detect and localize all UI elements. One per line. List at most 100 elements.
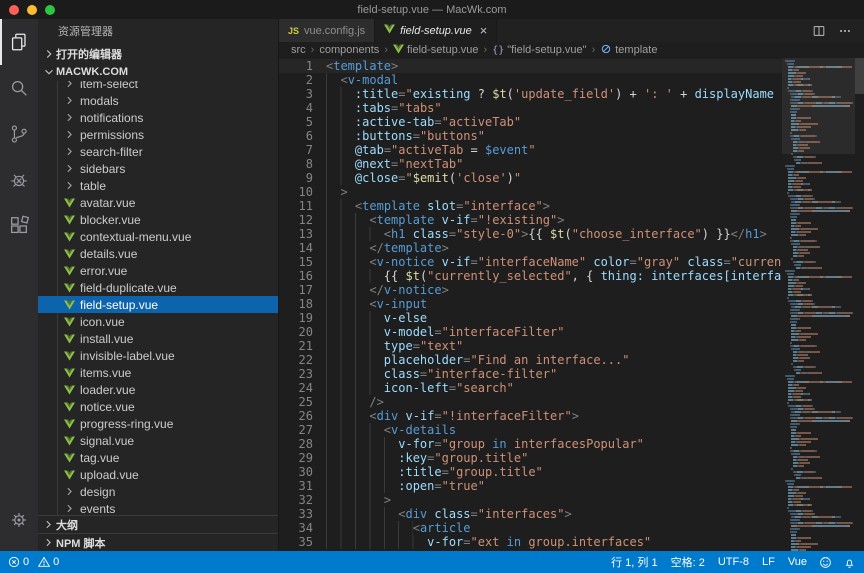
- scrollbar-thumb[interactable]: [855, 58, 864, 94]
- source-control-icon[interactable]: [0, 111, 38, 157]
- code-line[interactable]: 22 placeholder="Find an interface...": [279, 353, 782, 367]
- tree-file-blocker.vue[interactable]: blocker.vue: [38, 211, 278, 228]
- tree-folder-notifications[interactable]: notifications: [38, 109, 278, 126]
- code-line[interactable]: 13 <h1 class="style-0">{{ $t("choose_int…: [279, 227, 782, 241]
- code-line[interactable]: 32 >: [279, 493, 782, 507]
- code-line[interactable]: 18 <v-input: [279, 297, 782, 311]
- tree-folder-modals[interactable]: modals: [38, 92, 278, 109]
- tree-file-icon.vue[interactable]: icon.vue: [38, 313, 278, 330]
- feedback-smiley-icon[interactable]: [819, 556, 832, 569]
- tree-file-signal.vue[interactable]: signal.vue: [38, 432, 278, 449]
- more-actions-icon[interactable]: [838, 24, 852, 38]
- code-line[interactable]: 16 {{ $t("currently_selected", { thing: …: [279, 269, 782, 283]
- tree-file-progress-ring.vue[interactable]: progress-ring.vue: [38, 415, 278, 432]
- code-line[interactable]: 27 <v-details: [279, 423, 782, 437]
- code-line[interactable]: 35 v-for="ext in group.interfaces": [279, 535, 782, 549]
- code-line[interactable]: 3 :title="existing ? $t('update_field') …: [279, 87, 782, 101]
- tree-file-loader.vue[interactable]: loader.vue: [38, 381, 278, 398]
- debug-icon[interactable]: [0, 157, 38, 203]
- code-line[interactable]: 14 </template>: [279, 241, 782, 255]
- indentation[interactable]: 空格: 2: [671, 554, 705, 570]
- tree-file-install.vue[interactable]: install.vue: [38, 330, 278, 347]
- zoom-window-button[interactable]: [45, 5, 55, 15]
- tree-file-notice.vue[interactable]: notice.vue: [38, 398, 278, 415]
- code-line[interactable]: 31 :open="true": [279, 479, 782, 493]
- tree-file-upload.vue[interactable]: upload.vue: [38, 466, 278, 483]
- cursor-position[interactable]: 行 1, 列 1: [611, 554, 657, 570]
- tree-file-field-duplicate.vue[interactable]: field-duplicate.vue: [38, 279, 278, 296]
- code-line[interactable]: 12 <template v-if="!existing">: [279, 213, 782, 227]
- tab-bar: JSvue.config.jsfield-setup.vue×: [279, 19, 864, 42]
- minimize-window-button[interactable]: [27, 5, 37, 15]
- code-line[interactable]: 33 <div class="interfaces">: [279, 507, 782, 521]
- tree-file-invisible-label.vue[interactable]: invisible-label.vue: [38, 347, 278, 364]
- tree-folder-item-select[interactable]: item-select: [38, 81, 278, 92]
- problems-indicator[interactable]: 00: [8, 556, 64, 568]
- code-line[interactable]: 21 type="text": [279, 339, 782, 353]
- breadcrumb-item-2[interactable]: components: [319, 44, 379, 56]
- close-window-button[interactable]: [9, 5, 19, 15]
- code-line[interactable]: 29 :key="group.title": [279, 451, 782, 465]
- outline-section[interactable]: 大纲: [38, 515, 278, 533]
- code-line[interactable]: 19 v-else: [279, 311, 782, 325]
- code-line[interactable]: 8 @next="nextTab": [279, 157, 782, 171]
- code-line[interactable]: 24 icon-left="search": [279, 381, 782, 395]
- tree-file-avatar.vue[interactable]: avatar.vue: [38, 194, 278, 211]
- encoding[interactable]: UTF-8: [718, 556, 749, 568]
- tree-file-details.vue[interactable]: details.vue: [38, 245, 278, 262]
- tree-folder-table[interactable]: table: [38, 177, 278, 194]
- code-line[interactable]: 7 @tab="activeTab = $event": [279, 143, 782, 157]
- notifications-bell-icon[interactable]: [843, 556, 856, 569]
- tree-folder-sidebars[interactable]: sidebars: [38, 160, 278, 177]
- tab-vue.config.js[interactable]: JSvue.config.js: [279, 19, 375, 42]
- code-line[interactable]: 10 >: [279, 185, 782, 199]
- editor-scrollbar[interactable]: [855, 58, 864, 551]
- minimap[interactable]: [782, 58, 855, 551]
- code-line[interactable]: 30 :title="group.title": [279, 465, 782, 479]
- breadcrumb: src›components›field-setup.vue›{}"field-…: [279, 42, 864, 58]
- tree-folder-events[interactable]: events: [38, 500, 278, 515]
- npm-scripts-section[interactable]: NPM 脚本: [38, 533, 278, 551]
- tree-file-error.vue[interactable]: error.vue: [38, 262, 278, 279]
- warning-count[interactable]: 0: [38, 556, 59, 568]
- code-line[interactable]: 34 <article: [279, 521, 782, 535]
- search-icon[interactable]: [0, 65, 38, 111]
- code-line[interactable]: 1<template>: [279, 59, 782, 73]
- tree-folder-search-filter[interactable]: search-filter: [38, 143, 278, 160]
- vue-icon: [384, 24, 395, 37]
- breadcrumb-item-3[interactable]: field-setup.vue: [393, 44, 479, 57]
- explorer-icon[interactable]: [0, 19, 38, 65]
- code-line[interactable]: 23 class="interface-filter": [279, 367, 782, 381]
- breadcrumb-item-5[interactable]: template: [600, 43, 657, 58]
- breadcrumb-item-1[interactable]: src: [291, 44, 306, 56]
- code-line[interactable]: 5 :active-tab="activeTab": [279, 115, 782, 129]
- tree-file-contextual-menu.vue[interactable]: contextual-menu.vue: [38, 228, 278, 245]
- open-editors-section[interactable]: 打开的编辑器: [38, 45, 278, 63]
- tree-file-items.vue[interactable]: items.vue: [38, 364, 278, 381]
- eol[interactable]: LF: [762, 556, 775, 568]
- error-count[interactable]: 0: [8, 556, 29, 568]
- settings-gear-icon[interactable]: [0, 497, 38, 543]
- code-line[interactable]: 20 v-model="interfaceFilter": [279, 325, 782, 339]
- code-line[interactable]: 9 @close="$emit('close')": [279, 171, 782, 185]
- code-line[interactable]: 15 <v-notice v-if="interfaceName" color=…: [279, 255, 782, 269]
- tab-field-setup.vue[interactable]: field-setup.vue×: [375, 19, 497, 42]
- code-line[interactable]: 11 <template slot="interface">: [279, 199, 782, 213]
- code-line[interactable]: 4 :tabs="tabs": [279, 101, 782, 115]
- code-line[interactable]: 28 v-for="group in interfacesPopular": [279, 437, 782, 451]
- tree-file-tag.vue[interactable]: tag.vue: [38, 449, 278, 466]
- code-line[interactable]: 6 :buttons="buttons": [279, 129, 782, 143]
- breadcrumb-item-4[interactable]: {}"field-setup.vue": [492, 44, 586, 56]
- project-section[interactable]: MACWK.COM: [38, 63, 278, 81]
- code-line[interactable]: 17 </v-notice>: [279, 283, 782, 297]
- tree-folder-permissions[interactable]: permissions: [38, 126, 278, 143]
- split-editor-icon[interactable]: [812, 24, 826, 38]
- code-line[interactable]: 25 />: [279, 395, 782, 409]
- tree-folder-design[interactable]: design: [38, 483, 278, 500]
- extensions-icon[interactable]: [0, 203, 38, 249]
- code-line[interactable]: 2 <v-modal: [279, 73, 782, 87]
- close-icon[interactable]: ×: [480, 26, 488, 36]
- language-mode[interactable]: Vue: [788, 556, 807, 568]
- tree-file-field-setup.vue[interactable]: field-setup.vue: [38, 296, 278, 313]
- code-line[interactable]: 26 <div v-if="!interfaceFilter">: [279, 409, 782, 423]
